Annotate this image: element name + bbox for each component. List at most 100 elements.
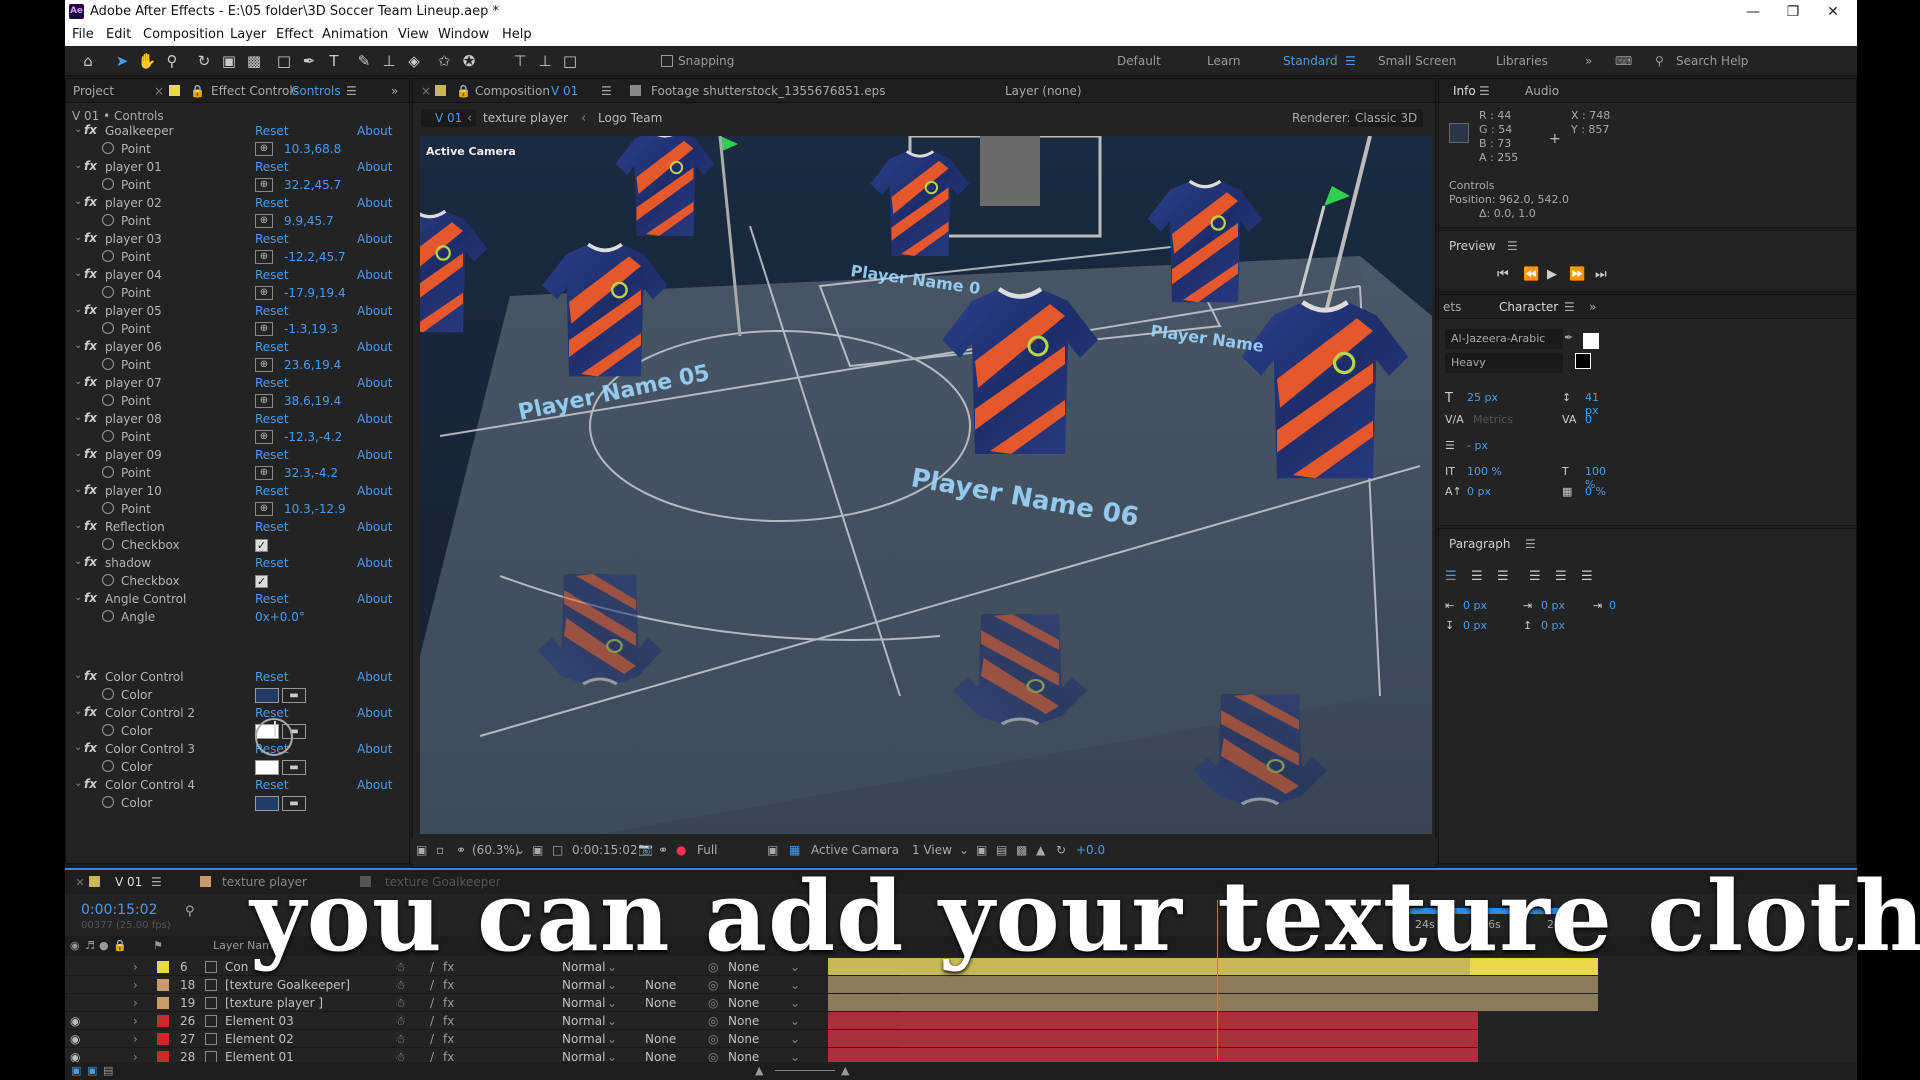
stopwatch-icon[interactable] <box>102 538 114 550</box>
effect-row-11[interactable]: ⌄ fx player 10 Reset About <box>66 483 406 501</box>
axis-world-icon[interactable]: ⊥ <box>535 51 555 71</box>
chevron-down-icon[interactable]: ⌄ <box>790 1014 800 1028</box>
shy-switch-icon[interactable]: ☃ <box>395 978 406 992</box>
type-icon[interactable]: T <box>324 51 344 71</box>
frame-blend-icon[interactable]: ▤ <box>103 1064 113 1077</box>
quality-switch-icon[interactable]: / <box>430 1014 434 1028</box>
first-frame-icon[interactable]: ⏮ <box>1497 267 1509 282</box>
fx-icon[interactable]: fx <box>84 411 97 425</box>
track-matte-dropdown[interactable]: None <box>645 1032 676 1046</box>
vertical-scale-value[interactable]: 100 % <box>1467 465 1502 478</box>
point-target-icon[interactable]: ⊕ <box>255 214 273 228</box>
fx-switch-icon[interactable]: fx <box>443 1032 454 1046</box>
effect-row-13[interactable]: ⌄ fx shadow Reset About <box>66 555 406 573</box>
align-right-icon[interactable]: ☰ <box>1497 569 1509 584</box>
composition-mini-flowchart-icon[interactable]: ▣ <box>71 1064 81 1077</box>
layer-name[interactable]: Element 03 <box>225 1014 294 1028</box>
chevron-down-icon[interactable]: ⌄ <box>74 268 82 279</box>
about-button[interactable]: About <box>357 448 392 462</box>
about-button[interactable]: About <box>357 520 392 534</box>
point-value[interactable]: -12.2,45.7 <box>284 250 346 264</box>
chevron-down-icon[interactable]: ⌄ <box>74 706 82 717</box>
menu-window[interactable]: Window <box>438 27 489 42</box>
effect-row-1[interactable]: ⌄ fx Goalkeeper Reset About <box>66 123 406 141</box>
close-tab-icon[interactable]: × <box>154 84 164 98</box>
reset-button[interactable]: Reset <box>255 124 289 138</box>
composition-viewer[interactable]: Player Name 05 Player Name 06 Player Nam… <box>420 136 1432 834</box>
fx-icon[interactable]: fx <box>84 483 97 497</box>
chevron-down-icon[interactable]: ⌄ <box>74 412 82 423</box>
parent-dropdown[interactable]: None <box>728 1014 759 1028</box>
chevron-down-icon[interactable]: ⌄ <box>74 160 82 171</box>
workspace-libraries[interactable]: Libraries <box>1496 54 1548 68</box>
reset-button[interactable]: Reset <box>255 268 289 282</box>
toggle-pixel-icon[interactable]: ▣ <box>976 843 987 857</box>
effect-row-5[interactable]: ⌄ fx player 04 Reset About <box>66 267 406 285</box>
reset-button[interactable]: Reset <box>255 556 289 570</box>
workspace-menu-icon[interactable]: ☰ <box>1345 54 1356 68</box>
fx-icon[interactable]: fx <box>84 519 97 533</box>
justify-center-icon[interactable]: ☰ <box>1555 569 1567 584</box>
tsume-value[interactable]: 0 % <box>1585 485 1606 498</box>
point-value[interactable]: -1.3,19.3 <box>284 322 338 336</box>
point-value[interactable]: -12.3,-4.2 <box>284 430 342 444</box>
show-snapshot-icon[interactable]: ⚭ <box>658 843 668 857</box>
fx-icon[interactable]: fx <box>84 303 97 317</box>
fx-switch-icon[interactable]: fx <box>443 996 454 1010</box>
transparency-grid-icon[interactable]: ▦ <box>789 843 800 857</box>
font-size-value[interactable]: 25 px <box>1467 391 1498 404</box>
color-swatch[interactable] <box>255 760 279 775</box>
tab-composition-name[interactable]: V 01 <box>551 84 578 98</box>
about-button[interactable]: About <box>357 706 392 720</box>
fx-icon[interactable]: fx <box>84 741 97 755</box>
workspace-standard[interactable]: Standard <box>1283 54 1338 68</box>
renderer-value[interactable]: Classic 3D <box>1349 109 1424 127</box>
point-value[interactable]: 32.2,45.7 <box>284 178 341 192</box>
current-time[interactable]: 0:00:15:02 <box>572 843 638 857</box>
shy-switch-icon[interactable]: ☃ <box>395 996 406 1010</box>
effect-row-7[interactable]: ⌄ fx player 06 Reset About <box>66 339 406 357</box>
tab-info[interactable]: Info <box>1453 84 1476 98</box>
menu-effect[interactable]: Effect <box>276 27 313 42</box>
effect-row-10[interactable]: ⌄ fx player 09 Reset About <box>66 447 406 465</box>
search-icon[interactable]: ⚲ <box>1655 54 1664 68</box>
region-icon[interactable]: □ <box>552 843 563 857</box>
rotate-icon[interactable]: ↻ <box>194 51 214 71</box>
chevron-down-icon[interactable]: ⌄ <box>74 778 82 789</box>
fx-icon[interactable]: fx <box>84 195 97 209</box>
menu-layer[interactable]: Layer <box>230 27 266 42</box>
stopwatch-icon[interactable] <box>102 688 114 700</box>
hand-icon[interactable]: ✋ <box>137 51 157 71</box>
tab-audio[interactable]: Audio <box>1525 84 1559 98</box>
point-target-icon[interactable]: ⊕ <box>255 286 273 300</box>
chevron-down-icon[interactable]: ⌄ <box>515 843 525 857</box>
about-button[interactable]: About <box>357 232 392 246</box>
blend-mode-dropdown[interactable]: Normal <box>562 996 605 1010</box>
stopwatch-icon[interactable] <box>102 760 114 772</box>
workspace-small-screen[interactable]: Small Screen <box>1378 54 1456 68</box>
layer-search-icon[interactable]: ⚲ <box>185 904 195 919</box>
space-before-value[interactable]: 0 px <box>1463 619 1487 632</box>
search-help[interactable]: Search Help <box>1676 54 1748 68</box>
effect-row-14[interactable]: ⌄ fx Angle Control Reset About <box>66 591 406 609</box>
character-menu-icon[interactable]: ☰ <box>1564 300 1575 314</box>
stopwatch-icon[interactable] <box>102 142 114 154</box>
monitor-icon[interactable]: ▫ <box>436 843 444 857</box>
chevron-down-icon[interactable]: ⌄ <box>74 742 82 753</box>
color-swatch[interactable] <box>255 796 279 811</box>
paragraph-menu-icon[interactable]: ☰ <box>1525 537 1536 551</box>
tab-layer[interactable]: Layer (none) <box>1005 84 1082 98</box>
exposure-value[interactable]: +0.0 <box>1076 843 1105 857</box>
layer-label-color[interactable] <box>157 979 169 991</box>
stopwatch-icon[interactable] <box>102 250 114 262</box>
close-comp-tab-icon[interactable]: × <box>421 84 431 98</box>
shy-switch-icon[interactable]: ☃ <box>395 1014 406 1028</box>
point-value[interactable]: 10.3,-12.9 <box>284 502 346 516</box>
chevron-down-icon[interactable]: ⌄ <box>74 304 82 315</box>
point-value[interactable]: 32.3,-4.2 <box>284 466 338 480</box>
layer-label-color[interactable] <box>157 1033 169 1045</box>
baseline-shift-value[interactable]: 0 px <box>1467 485 1491 498</box>
chevron-down-icon[interactable]: ⌄ <box>607 996 617 1010</box>
chevron-down-icon[interactable]: ⌄ <box>879 843 889 857</box>
chevron-down-icon[interactable]: ⌄ <box>74 376 82 387</box>
